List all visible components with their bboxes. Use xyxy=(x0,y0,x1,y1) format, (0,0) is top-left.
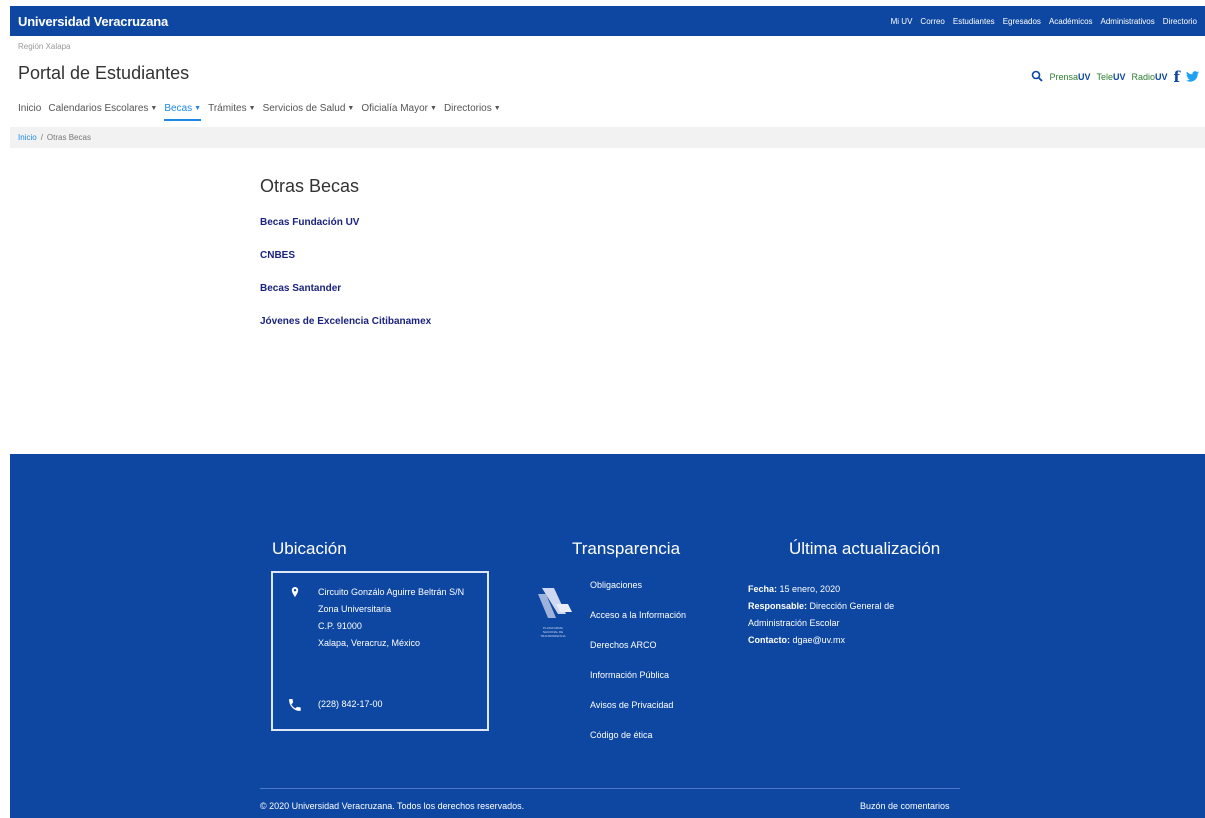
nav-label: Servicios de Salud xyxy=(262,103,346,114)
copyright-text: © 2020 Universidad Veracruzana. Todos lo… xyxy=(260,801,525,811)
nav-item-tramites[interactable]: Trámites ▼ xyxy=(208,103,255,121)
link-becas-fundacion-uv[interactable]: Becas Fundación UV xyxy=(260,217,431,228)
pnt-logo-mark xyxy=(538,588,572,618)
link-avisos-privacidad[interactable]: Avisos de Privacidad xyxy=(590,700,686,730)
link-becas-santander[interactable]: Becas Santander xyxy=(260,283,431,294)
link-informacion-publica[interactable]: Información Pública xyxy=(590,670,686,700)
link-obligaciones[interactable]: Obligaciones xyxy=(590,580,686,610)
prensa-suffix: UV xyxy=(1077,72,1091,82)
radio-uv-link[interactable]: RadioUV xyxy=(1132,72,1168,82)
top-link-egresados[interactable]: Egresados xyxy=(1003,17,1041,26)
buzon-comentarios-link[interactable]: Buzón de comentarios xyxy=(860,801,950,811)
breadcrumb-current: Otras Becas xyxy=(46,133,91,142)
transparencia-title: Transparencia xyxy=(572,539,681,558)
caret-down-icon: ▼ xyxy=(194,105,202,112)
prensa-uv-link[interactable]: PrensaUV xyxy=(1049,72,1090,82)
pnt-logo[interactable]: PLATAFORMA NACIONAL DE TRANSPARENCIA xyxy=(532,584,574,644)
nav-item-inicio[interactable]: Inicio xyxy=(18,103,41,121)
top-link-mi-uv[interactable]: Mi UV xyxy=(891,17,913,26)
prensa-prefix: Prensa xyxy=(1049,72,1078,82)
address-line: Zona Universitaria xyxy=(318,604,392,614)
becas-link-list: Becas Fundación UV CNBES Becas Santander… xyxy=(260,217,431,327)
link-derechos-arco[interactable]: Derechos ARCO xyxy=(590,640,686,670)
page-frame: Universidad Veracruzana Mi UV Correo Est… xyxy=(10,6,1205,818)
ultima-actualizacion-title: Última actualización xyxy=(789,539,941,558)
top-link-directorio[interactable]: Directorio xyxy=(1163,17,1197,26)
pnt-logo-line: TRANSPARENCIA xyxy=(540,634,566,638)
map-pin-icon xyxy=(291,587,299,597)
address-line: Xalapa, Veracruz, México xyxy=(318,638,421,648)
caret-down-icon: ▼ xyxy=(248,105,256,112)
nav-label: Directorios xyxy=(443,103,492,114)
nav-label: Oficialía Mayor xyxy=(361,103,429,114)
page-title: Otras Becas xyxy=(260,176,360,196)
top-link-correo[interactable]: Correo xyxy=(920,17,944,26)
top-link-estudiantes[interactable]: Estudiantes xyxy=(953,17,995,26)
site-footer: Ubicación Circuito Gonzálo Aguirre Beltr… xyxy=(10,454,1205,818)
top-bar: Universidad Veracruzana Mi UV Correo Est… xyxy=(10,6,1205,36)
footer-divider xyxy=(260,788,960,789)
nav-item-calendarios[interactable]: Calendarios Escolares ▼ xyxy=(48,103,157,121)
facebook-icon[interactable]: f xyxy=(1174,68,1180,86)
fecha-value: 15 enero, 2020 xyxy=(779,584,841,594)
radio-prefix: Radio xyxy=(1131,72,1156,82)
phone-icon xyxy=(289,699,301,711)
tele-prefix: Tele xyxy=(1096,72,1113,82)
breadcrumb-home[interactable]: Inicio xyxy=(18,133,37,142)
site-header: Región Xalapa Portal de Estudiantes Pren… xyxy=(10,36,1205,126)
radio-suffix: UV xyxy=(1155,72,1168,82)
main-nav: Inicio Calendarios Escolares ▼ Becas ▼ Trá… xyxy=(18,103,501,121)
nav-label: Inicio xyxy=(18,103,42,114)
tele-suffix: UV xyxy=(1113,72,1126,82)
address-line: C.P. 91000 xyxy=(318,621,362,631)
university-brand[interactable]: Universidad Veracruzana xyxy=(10,14,168,29)
phone-number[interactable]: (228) 842-17-00 xyxy=(318,696,383,713)
tele-uv-link[interactable]: TeleUV xyxy=(1096,72,1125,82)
top-link-administrativos[interactable]: Administrativos xyxy=(1101,17,1155,26)
search-icon[interactable] xyxy=(1031,70,1044,85)
top-link-academicos[interactable]: Académicos xyxy=(1049,17,1093,26)
nav-label: Trámites xyxy=(208,103,247,114)
fecha-label: Fecha: xyxy=(748,584,778,594)
caret-down-icon: ▼ xyxy=(430,105,437,112)
nav-label: Calendarios Escolares xyxy=(48,103,149,114)
caret-down-icon: ▼ xyxy=(493,105,501,112)
nav-item-oficialia-mayor[interactable]: Oficialía Mayor ▼ xyxy=(361,103,437,121)
link-cnbes[interactable]: CNBES xyxy=(260,250,431,261)
region-label: Región Xalapa xyxy=(18,42,71,51)
nav-item-servicios-salud[interactable]: Servicios de Salud ▼ xyxy=(263,103,355,121)
caret-down-icon: ▼ xyxy=(150,105,158,112)
nav-label: Becas xyxy=(164,103,193,114)
main-content: Otras Becas Becas Fundación UV CNBES Bec… xyxy=(260,176,431,349)
location-box: Circuito Gonzálo Aguirre Beltrán S/N Zon… xyxy=(271,571,489,731)
responsable-label: Responsable: xyxy=(748,601,808,611)
link-jovenes-excelencia[interactable]: Jóvenes de Excelencia Citibanamex xyxy=(260,316,431,327)
portal-title[interactable]: Portal de Estudiantes xyxy=(18,63,189,84)
link-acceso-informacion[interactable]: Acceso a la Información xyxy=(590,610,686,640)
pnt-logo-text: PLATAFORMA NACIONAL DE TRANSPARENCIA xyxy=(532,626,574,638)
caret-down-icon: ▼ xyxy=(347,105,355,112)
link-codigo-etica[interactable]: Código de ética xyxy=(590,730,686,760)
address-line: Circuito Gonzálo Aguirre Beltrán S/N xyxy=(318,587,465,597)
breadcrumb: Inicio / Otras Becas xyxy=(10,127,1205,148)
media-links: PrensaUV TeleUV RadioUV f xyxy=(1031,68,1199,86)
top-links: Mi UV Correo Estudiantes Egresados Acadé… xyxy=(891,17,1205,26)
ultima-actualizacion-info: Fecha: 15 enero, 2020 Responsable: Direc… xyxy=(748,581,938,649)
contacto-value[interactable]: dgae@uv.mx xyxy=(793,635,846,645)
twitter-icon[interactable] xyxy=(1186,70,1199,85)
nav-item-becas[interactable]: Becas ▼ xyxy=(164,103,202,121)
ubicacion-title: Ubicación xyxy=(272,539,347,558)
breadcrumb-separator: / xyxy=(40,133,43,142)
nav-item-directorios[interactable]: Directorios ▼ xyxy=(444,103,501,121)
contacto-label: Contacto: xyxy=(748,635,790,645)
transparencia-links: Obligaciones Acceso a la Información Der… xyxy=(590,580,686,760)
